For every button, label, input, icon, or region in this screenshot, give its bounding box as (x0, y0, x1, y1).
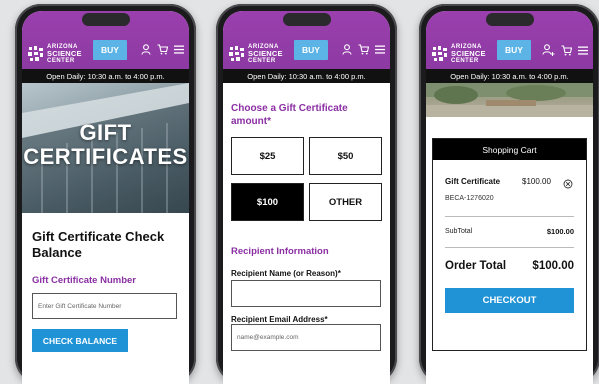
checkout-button[interactable]: CHECKOUT (445, 288, 574, 313)
cart-icon[interactable] (157, 44, 168, 55)
logo-line-3: CENTER (248, 58, 276, 64)
screen-balance: ARIZONA SCIENCE CENTER BUY Open Daily: 1… (22, 11, 189, 384)
phone-balance: ARIZONA SCIENCE CENTER BUY Open Daily: 1… (15, 4, 196, 384)
hero-line-2: CERTIFICATES (23, 144, 188, 169)
header-icons (542, 44, 588, 56)
site-logo[interactable]: ARIZONA SCIENCE CENTER (28, 44, 82, 64)
user-icon[interactable] (342, 44, 352, 55)
menu-icon[interactable] (578, 46, 588, 55)
hero-line-1: GIFT (79, 120, 132, 145)
order-total-value: $100.00 (532, 260, 574, 272)
cart-item-price: $100.00 (522, 177, 551, 186)
header-icons (141, 44, 184, 55)
recipient-email-label: Recipient Email Address* (231, 315, 328, 324)
buy-button[interactable]: BUY (93, 40, 127, 60)
hero-title: GIFT CERTIFICATES (22, 121, 189, 169)
gift-hero-image: GIFT CERTIFICATES (22, 83, 189, 213)
divider (445, 216, 574, 217)
recipient-info-heading: Recipient Information (231, 246, 329, 257)
cart-title: Shopping Cart (433, 139, 586, 160)
menu-icon[interactable] (174, 45, 184, 54)
site-logo[interactable]: ARIZONA SCIENCE CENTER (229, 44, 283, 64)
remove-item-icon[interactable] (563, 176, 573, 194)
screen-purchase: ARIZONA SCIENCE CENTER BUY Open Daily: 1… (223, 11, 390, 384)
page-title: Gift Certificate Check Balance (32, 229, 165, 260)
logo-line-3: CENTER (47, 58, 75, 64)
logo-line-2: SCIENCE (47, 49, 82, 58)
phone-notch (485, 13, 534, 26)
menu-icon[interactable] (375, 45, 385, 54)
logo-text: ARIZONA SCIENCE CENTER (451, 44, 486, 64)
amount-other-button[interactable]: OTHER (309, 183, 382, 221)
logo-line-2: SCIENCE (451, 49, 486, 58)
buy-button[interactable]: BUY (497, 40, 531, 60)
phone-purchase: ARIZONA SCIENCE CENTER BUY Open Daily: 1… (216, 4, 397, 384)
user-add-icon[interactable] (542, 44, 555, 56)
logo-mark-icon (28, 46, 44, 62)
phone-cart: ARIZONA SCIENCE CENTER BUY Open Daily: 1… (419, 4, 599, 384)
subtotal-value: $100.00 (546, 227, 574, 236)
logo-text: ARIZONA SCIENCE CENTER (248, 44, 283, 64)
header-icons (342, 44, 385, 55)
check-balance-button[interactable]: CHECK BALANCE (32, 329, 128, 352)
cart-icon[interactable] (358, 44, 369, 55)
logo-line-2: SCIENCE (248, 49, 283, 58)
outdoor-hero-image (426, 83, 593, 117)
shopping-cart-panel: Shopping Cart Gift Certificate $100.00 B… (432, 138, 587, 351)
cart-item-code: BECA-1276020 (445, 195, 494, 202)
site-logo[interactable]: ARIZONA SCIENCE CENTER (432, 44, 486, 64)
certificate-number-input[interactable]: Enter Gift Certificate Number (32, 293, 177, 319)
recipient-email-input[interactable]: name@example.com (231, 324, 381, 351)
cart-item-name: Gift Certificate (445, 177, 501, 186)
subtotal-label: SubTotal (445, 228, 473, 235)
buy-button[interactable]: BUY (294, 40, 328, 60)
certificate-number-label: Gift Certificate Number (32, 275, 136, 286)
amount-50-button[interactable]: $50 (309, 137, 382, 175)
phone-notch (282, 13, 331, 26)
garden-illustration (426, 83, 593, 117)
cart-icon[interactable] (561, 44, 572, 56)
hours-banner: Open Daily: 10:30 a.m. to 4:00 p.m. (426, 69, 593, 83)
order-total-label: Order Total (445, 260, 507, 272)
logo-mark-icon (229, 46, 245, 62)
recipient-name-input[interactable] (231, 280, 381, 307)
screen-cart: ARIZONA SCIENCE CENTER BUY Open Daily: 1… (426, 11, 593, 384)
choose-amount-heading: Choose a Gift Certificate amount* (231, 103, 348, 127)
logo-mark-icon (432, 46, 448, 62)
hours-banner: Open Daily: 10:30 a.m. to 4:00 p.m. (223, 69, 390, 83)
amount-100-button[interactable]: $100 (231, 183, 304, 221)
logo-text: ARIZONA SCIENCE CENTER (47, 44, 82, 64)
amount-25-button[interactable]: $25 (231, 137, 304, 175)
user-icon[interactable] (141, 44, 151, 55)
hours-banner: Open Daily: 10:30 a.m. to 4:00 p.m. (22, 69, 189, 83)
divider (445, 247, 574, 248)
logo-line-3: CENTER (451, 58, 479, 64)
phone-notch (81, 13, 130, 26)
recipient-name-label: Recipient Name (or Reason)* (231, 269, 341, 278)
